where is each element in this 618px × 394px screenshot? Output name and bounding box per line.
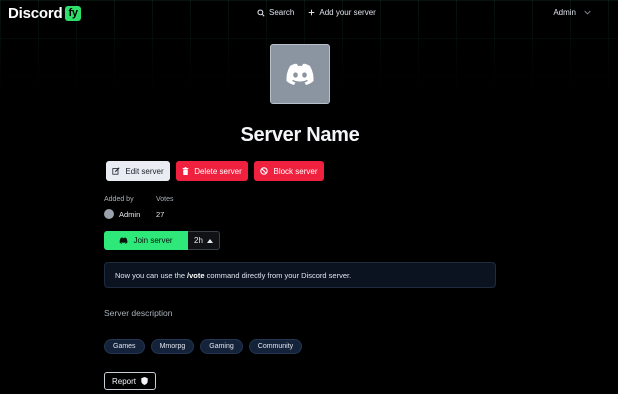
discord-icon [119,237,128,244]
report-label: Report [111,376,136,386]
server-avatar [270,44,330,104]
user-menu-label: Admin [553,8,576,17]
search-icon [257,8,265,17]
plus-icon [308,9,315,16]
nav-search-link[interactable]: Search [257,8,294,17]
block-server-button[interactable]: Block server [254,161,324,181]
delete-server-label: Delete server [194,166,242,176]
vote-info-box: Now you can use the /vote command direct… [104,262,496,288]
block-icon [260,167,269,175]
tag-item[interactable]: Mmorpg [150,339,195,354]
edit-server-label: Edit server [125,166,164,176]
info-suffix: command directly from your Discord serve… [206,270,352,280]
logo-text: Discord [8,5,63,22]
trash-icon [182,167,189,175]
nav-links: Search Add your server [257,8,376,17]
join-server-label: Join server [133,236,173,245]
chevron-down-icon [584,10,591,15]
edit-server-button[interactable]: Edit server [106,161,170,181]
logo-badge: fy [65,6,81,21]
report-button[interactable]: Report [104,372,156,390]
tag-list: Games Mmorpg Gaming Community [104,339,303,354]
tag-item[interactable]: Community [248,339,303,354]
join-server-button[interactable]: Join server [104,231,188,250]
nav-search-label: Search [269,8,295,17]
tag-item[interactable]: Games [104,339,145,354]
added-by-label: Added by [104,196,134,203]
vote-cooldown-label: 2h [194,236,203,245]
server-description-heading: Server description [104,308,173,318]
nav-add-server-link[interactable]: Add your server [308,8,376,17]
top-navbar: Discord fy Search Add your server Admin [0,0,618,28]
votes-label: Votes [156,196,174,203]
added-by-avatar [104,209,114,219]
info-prefix: Now you can use the [115,270,186,280]
edit-icon [112,167,120,175]
site-logo[interactable]: Discord fy [8,5,81,22]
tag-item[interactable]: Gaming [200,339,243,354]
votes-value: 27 [156,210,165,219]
block-server-label: Block server [273,166,318,176]
discord-logo-icon [285,62,315,86]
caret-up-icon [206,238,213,243]
delete-server-button[interactable]: Delete server [176,161,248,181]
server-name-heading: Server Name [240,124,360,146]
info-command: /vote [187,270,205,280]
shield-icon [141,377,148,385]
vote-cooldown-button[interactable]: 2h [188,231,220,250]
nav-add-server-label: Add your server [319,8,376,17]
user-menu[interactable]: Admin [553,8,591,17]
added-by-value[interactable]: Admin [119,210,140,219]
